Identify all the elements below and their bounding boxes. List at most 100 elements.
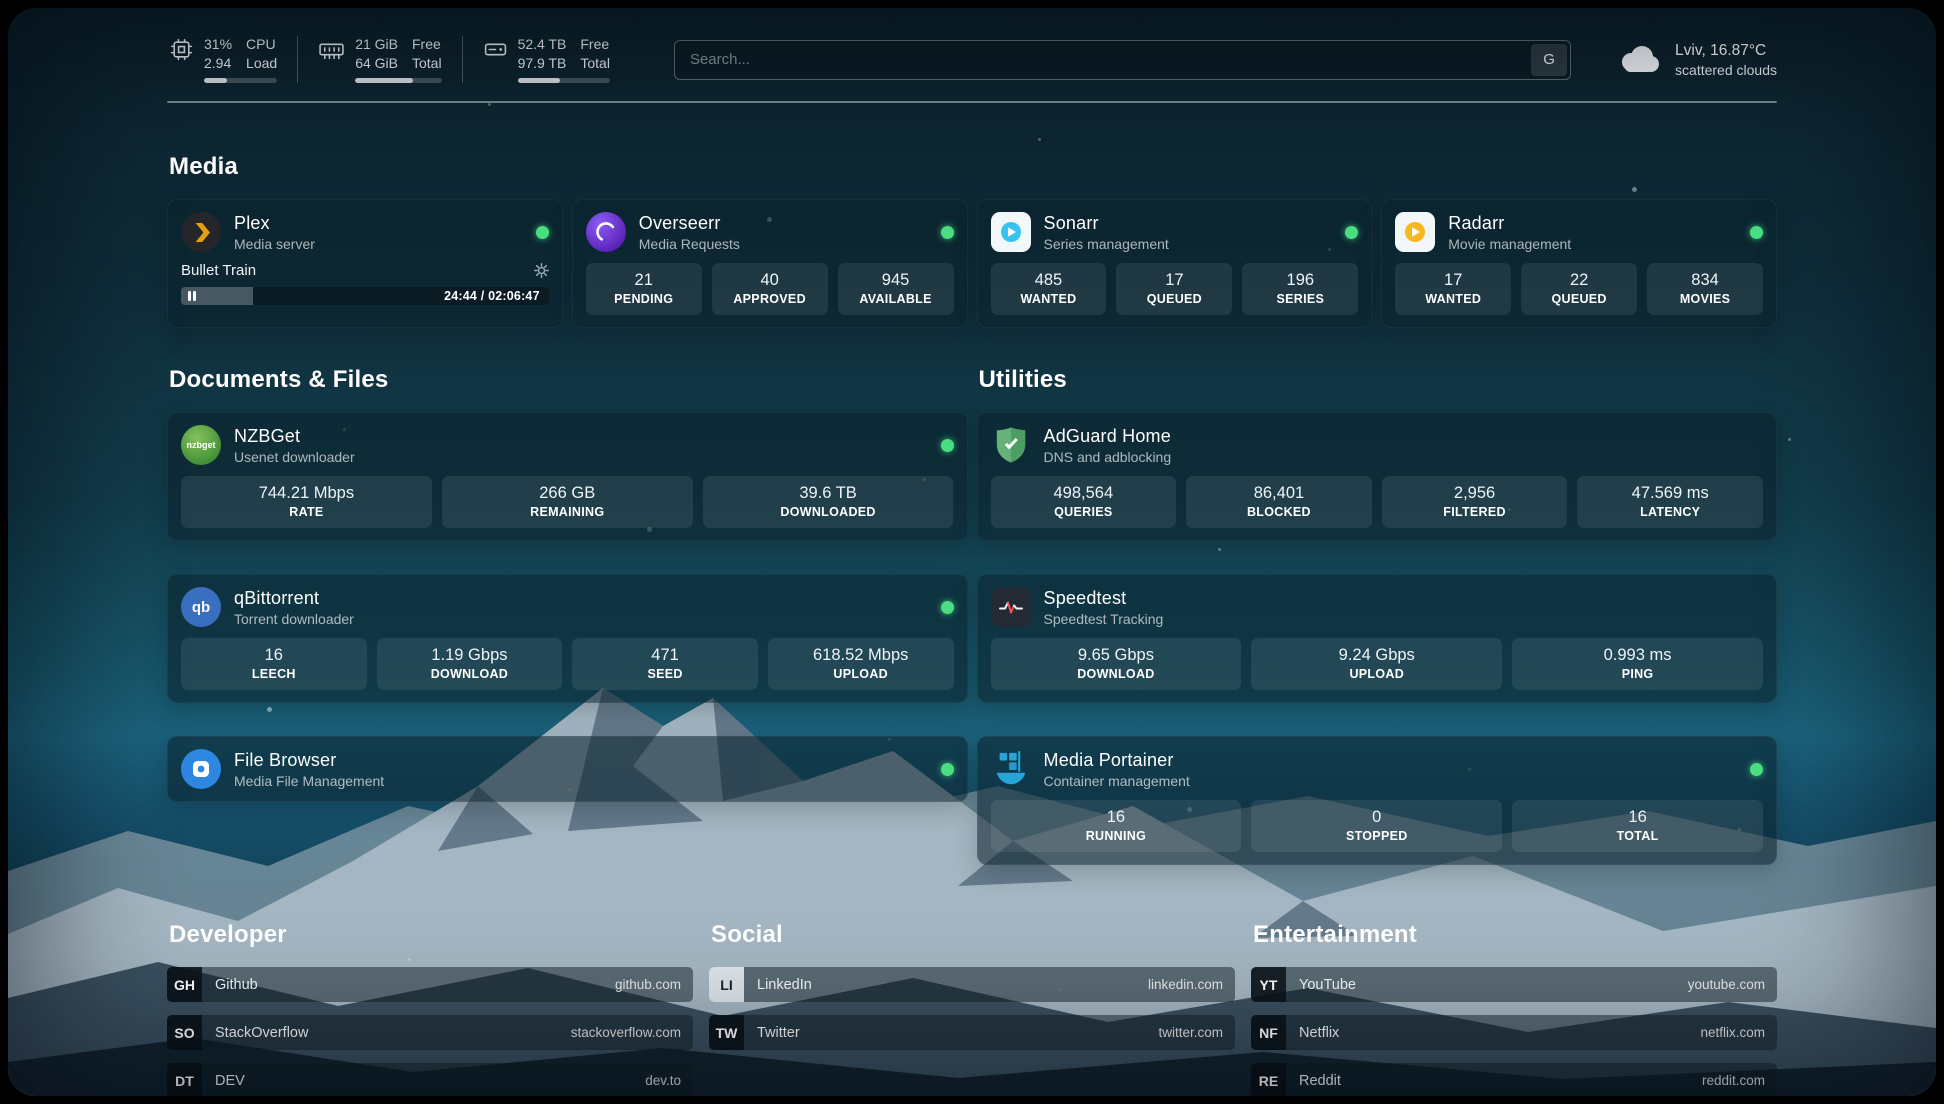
status-dot <box>1750 763 1763 776</box>
stat-box: 16 TOTAL <box>1512 800 1763 852</box>
speedtest-card[interactable]: Speedtest Speedtest Tracking 9.65 Gbps D… <box>977 574 1778 703</box>
stat-label: QUERIES <box>995 505 1173 520</box>
gear-icon[interactable] <box>534 263 549 278</box>
search-input[interactable] <box>678 51 1531 68</box>
bookmark-badge: NF <box>1251 1015 1286 1050</box>
cpu-load-label: Load <box>246 55 277 71</box>
adguard-card[interactable]: AdGuard Home DNS and adblocking 498,564 … <box>977 412 1778 541</box>
bookmark-name: Netflix <box>1299 1025 1339 1041</box>
qbittorrent-icon: qb <box>181 587 221 627</box>
stat-label: WANTED <box>1399 292 1507 307</box>
status-dot <box>536 226 549 239</box>
stat-label: PING <box>1516 667 1759 682</box>
disk-free-value: 52.4 TB <box>518 36 567 52</box>
radarr-card[interactable]: Radarr Movie management 17 WANTED 22 QUE… <box>1381 199 1777 328</box>
app-name: Plex <box>234 213 315 234</box>
memory-monitor: 21 GiB 64 GiB Free Total <box>297 36 461 83</box>
stat-label: TOTAL <box>1516 829 1759 844</box>
bookmark-row-stackoverflow[interactable]: SO StackOverflow stackoverflow.com <box>167 1015 693 1050</box>
stat-label: BLOCKED <box>1190 505 1368 520</box>
sonarr-card[interactable]: Sonarr Series management 485 WANTED 17 Q… <box>977 199 1373 328</box>
stat-box: 266 GB REMAINING <box>442 476 693 528</box>
stat-box: 485 WANTED <box>991 263 1107 315</box>
stat-label: REMAINING <box>446 505 689 520</box>
stat-value: 266 GB <box>446 483 689 503</box>
app-name: Speedtest <box>1044 588 1164 609</box>
app-name: Radarr <box>1448 213 1571 234</box>
app-subtitle: Speedtest Tracking <box>1044 611 1164 627</box>
weather-condition: scattered clouds <box>1675 62 1777 78</box>
nzbget-icon-text: nzbget <box>187 440 216 450</box>
cpu-monitor: 31% 2.94 CPU Load <box>167 36 297 83</box>
adguard-icon <box>991 425 1031 465</box>
stat-value: 0.993 ms <box>1516 645 1759 665</box>
bookmark-badge: YT <box>1251 967 1286 1002</box>
stat-box: 17 QUEUED <box>1116 263 1232 315</box>
bookmark-row-youtube[interactable]: YT YouTube youtube.com <box>1251 967 1777 1002</box>
bookmark-row-netflix[interactable]: NF Netflix netflix.com <box>1251 1015 1777 1050</box>
nzbget-card[interactable]: nzbget NZBGet Usenet downloader 744.21 M… <box>167 412 968 541</box>
stat-box: 21 PENDING <box>586 263 702 315</box>
stat-box: 196 SERIES <box>1242 263 1358 315</box>
bookmark-name: Reddit <box>1299 1073 1341 1089</box>
stat-label: QUEUED <box>1120 292 1228 307</box>
bookmark-url: linkedin.com <box>1148 977 1223 992</box>
stat-label: FILTERED <box>1386 505 1564 520</box>
stat-value: 39.6 TB <box>707 483 950 503</box>
app-name: Overseerr <box>639 213 740 234</box>
cpu-progress-bar <box>204 78 277 83</box>
bookmark-url: twitter.com <box>1158 1025 1223 1040</box>
status-dot <box>941 763 954 776</box>
stat-box: 1.19 Gbps DOWNLOAD <box>377 638 563 690</box>
stat-label: UPLOAD <box>772 667 950 682</box>
stat-value: 9.65 Gbps <box>995 645 1238 665</box>
media-section: Media Plex Media server <box>167 153 1777 328</box>
stat-value: 9.24 Gbps <box>1255 645 1498 665</box>
stat-value: 16 <box>185 645 363 665</box>
cpu-progress-fill <box>204 78 227 83</box>
overseerr-card[interactable]: Overseerr Media Requests 21 PENDING 40 A… <box>572 199 968 328</box>
bookmark-row-github[interactable]: GH Github github.com <box>167 967 693 1002</box>
status-dot <box>941 226 954 239</box>
stat-box: 0 STOPPED <box>1251 800 1502 852</box>
stat-label: LATENCY <box>1581 505 1759 520</box>
stat-label: QUEUED <box>1525 292 1633 307</box>
stat-label: SERIES <box>1246 292 1354 307</box>
qbittorrent-icon-text: qb <box>192 599 210 616</box>
search-bar: G <box>674 40 1571 80</box>
portainer-card[interactable]: Media Portainer Container management 16 … <box>977 736 1778 865</box>
app-subtitle: DNS and adblocking <box>1044 449 1172 465</box>
bookmark-name: YouTube <box>1299 977 1356 993</box>
now-playing-title: Bullet Train <box>181 262 256 279</box>
top-bar: 31% 2.94 CPU Load <box>167 8 1777 83</box>
app-name: AdGuard Home <box>1044 426 1172 447</box>
filebrowser-card[interactable]: File Browser Media File Management <box>167 736 968 802</box>
search-engine-button[interactable]: G <box>1531 44 1567 76</box>
app-subtitle: Torrent downloader <box>234 611 354 627</box>
bookmark-name: DEV <box>215 1073 245 1089</box>
section-title-media: Media <box>169 153 1777 181</box>
bookmark-badge: RE <box>1251 1063 1286 1096</box>
pause-icon <box>188 291 196 301</box>
stat-box: 86,401 BLOCKED <box>1186 476 1372 528</box>
ram-progress-bar <box>355 78 441 83</box>
playback-progress-bar: 24:44 / 02:06:47 <box>181 287 549 305</box>
bookmark-row-reddit[interactable]: RE Reddit reddit.com <box>1251 1063 1777 1096</box>
qbittorrent-card[interactable]: qb qBittorrent Torrent downloader 16 <box>167 574 968 703</box>
stat-value: 86,401 <box>1190 483 1368 503</box>
bookmark-row-dev[interactable]: DT DEV dev.to <box>167 1063 693 1096</box>
plex-card[interactable]: Plex Media server Bullet Train <box>167 199 563 328</box>
bookmark-row-linkedin[interactable]: LI LinkedIn linkedin.com <box>709 967 1235 1002</box>
bookmark-row-twitter[interactable]: TW Twitter twitter.com <box>709 1015 1235 1050</box>
stat-box: 16 LEECH <box>181 638 367 690</box>
disk-total-value: 97.9 TB <box>518 55 567 71</box>
stat-box: 834 MOVIES <box>1647 263 1763 315</box>
bookmark-badge: DT <box>167 1063 202 1096</box>
header-divider <box>167 101 1777 103</box>
app-name: File Browser <box>234 750 384 771</box>
app-subtitle: Movie management <box>1448 236 1571 252</box>
stat-value: 0 <box>1255 807 1498 827</box>
section-title-entertainment: Entertainment <box>1253 921 1777 949</box>
stat-box: 618.52 Mbps UPLOAD <box>768 638 954 690</box>
stat-box: 39.6 TB DOWNLOADED <box>703 476 954 528</box>
